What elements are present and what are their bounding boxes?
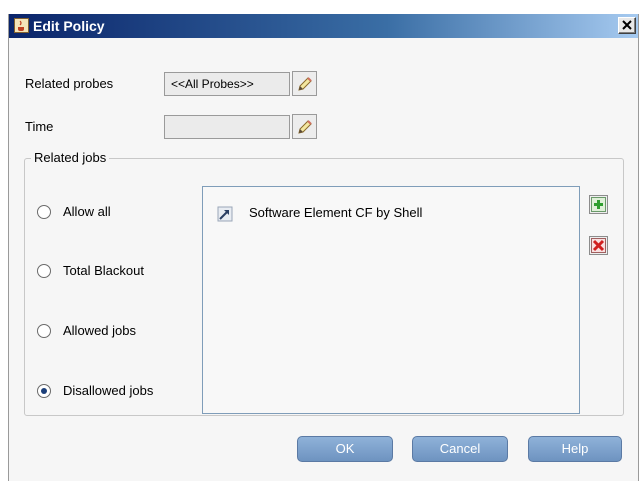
- radio-button[interactable]: [37, 264, 51, 278]
- job-label: Software Element CF by Shell: [249, 205, 423, 220]
- related-probes-field: <<All Probes>>: [164, 72, 290, 96]
- radio-label: Allow all: [63, 204, 111, 219]
- cancel-button[interactable]: Cancel: [412, 436, 508, 462]
- java-cup-icon: [14, 18, 29, 33]
- related-probes-label: Related probes: [25, 76, 114, 91]
- time-edit-button[interactable]: [292, 114, 317, 139]
- pencil-icon: [298, 120, 312, 134]
- add-job-button[interactable]: [589, 195, 608, 214]
- radio-button-selected[interactable]: [37, 384, 51, 398]
- job-arrow-icon: [217, 206, 233, 222]
- radio-label: Total Blackout: [63, 263, 144, 278]
- remove-x-icon: [591, 238, 606, 253]
- radio-label: Allowed jobs: [63, 323, 136, 338]
- close-button[interactable]: [618, 17, 636, 34]
- time-field: [164, 115, 290, 139]
- radio-label: Disallowed jobs: [63, 383, 154, 398]
- time-label: Time: [25, 119, 54, 134]
- dialog-title: Edit Policy: [33, 18, 105, 34]
- title-bar[interactable]: Edit Policy: [9, 14, 638, 38]
- close-icon: [622, 20, 632, 30]
- pencil-icon: [298, 77, 312, 91]
- jobs-list[interactable]: Software Element CF by Shell: [202, 186, 580, 414]
- related-jobs-title: Related jobs: [31, 150, 110, 165]
- remove-job-button[interactable]: [589, 236, 608, 255]
- radio-button[interactable]: [37, 324, 51, 338]
- add-plus-icon: [591, 197, 606, 212]
- radio-button[interactable]: [37, 205, 51, 219]
- ok-button[interactable]: OK: [297, 436, 393, 462]
- help-button[interactable]: Help: [528, 436, 622, 462]
- related-probes-edit-button[interactable]: [292, 71, 317, 96]
